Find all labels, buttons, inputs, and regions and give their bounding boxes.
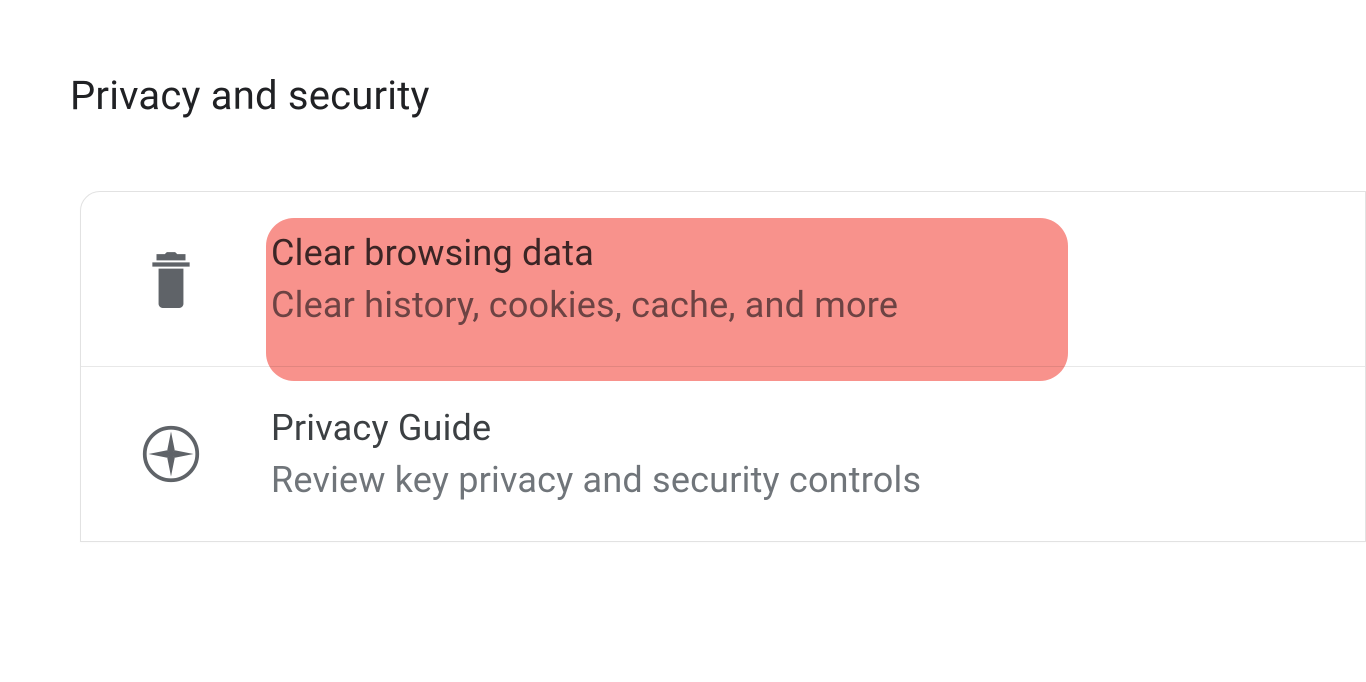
privacy-security-section: Privacy and security Clear browsing data… [0, 0, 1366, 542]
compass-icon [141, 422, 201, 486]
row-title: Clear browsing data [271, 232, 898, 274]
section-title: Privacy and security [70, 72, 1366, 119]
trash-icon [141, 250, 201, 308]
clear-browsing-data-row[interactable]: Clear browsing data Clear history, cooki… [81, 192, 1365, 367]
settings-card: Clear browsing data Clear history, cooki… [80, 191, 1366, 542]
row-text: Clear browsing data Clear history, cooki… [271, 232, 898, 326]
row-subtitle: Review key privacy and security controls [271, 459, 921, 501]
row-text: Privacy Guide Review key privacy and sec… [271, 407, 921, 501]
row-subtitle: Clear history, cookies, cache, and more [271, 284, 898, 326]
privacy-guide-row[interactable]: Privacy Guide Review key privacy and sec… [81, 367, 1365, 541]
row-title: Privacy Guide [271, 407, 921, 449]
